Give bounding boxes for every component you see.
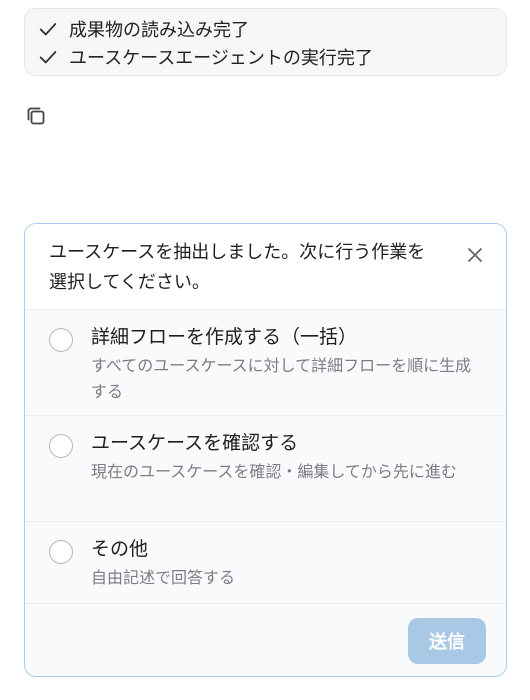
close-button[interactable] — [464, 244, 486, 266]
copy-button[interactable] — [24, 104, 48, 128]
option-title: その他 — [91, 538, 149, 560]
option-description: 現在のユースケースを確認・編集してから先に進む — [91, 462, 457, 481]
status-summary: 成果物の読み込み完了 ユースケースエージェントの実行完了 — [24, 8, 507, 76]
option-title: ユースケースを確認する — [91, 432, 299, 454]
choice-dialog: ユースケースを抽出しました。次に行う作業を選択してください。 詳細フローを作成す… — [24, 223, 507, 677]
option-review-usecases[interactable]: ユースケースを確認する 現在のユースケースを確認・編集してから先に進む — [25, 416, 506, 522]
option-other[interactable]: その他 自由記述で回答する — [25, 522, 506, 604]
status-item: ユースケースエージェントの実行完了 — [37, 43, 494, 71]
check-icon — [39, 51, 57, 64]
option-description: すべてのユースケースに対して詳細フローを順に生成する — [91, 356, 472, 401]
radio-button[interactable] — [49, 328, 73, 352]
submit-button[interactable]: 送信 — [408, 618, 486, 664]
check-icon — [39, 23, 57, 36]
dialog-footer: 送信 — [25, 604, 506, 676]
status-item-label: ユースケースエージェントの実行完了 — [69, 48, 373, 69]
radio-button[interactable] — [49, 540, 73, 564]
dialog-header: ユースケースを抽出しました。次に行う作業を選択してください。 — [25, 224, 506, 310]
copy-icon — [27, 107, 45, 125]
dialog-question: ユースケースを抽出しました。次に行う作業を選択してください。 — [49, 242, 426, 293]
option-title: 詳細フローを作成する（一括） — [91, 326, 358, 348]
status-item: 成果物の読み込み完了 — [37, 15, 494, 43]
radio-button[interactable] — [49, 434, 73, 458]
option-description: 自由記述で回答する — [91, 568, 236, 587]
option-bulk-flow[interactable]: 詳細フローを作成する（一括） すべてのユースケースに対して詳細フローを順に生成す… — [25, 310, 506, 416]
close-icon — [468, 248, 482, 262]
status-item-label: 成果物の読み込み完了 — [69, 20, 249, 41]
